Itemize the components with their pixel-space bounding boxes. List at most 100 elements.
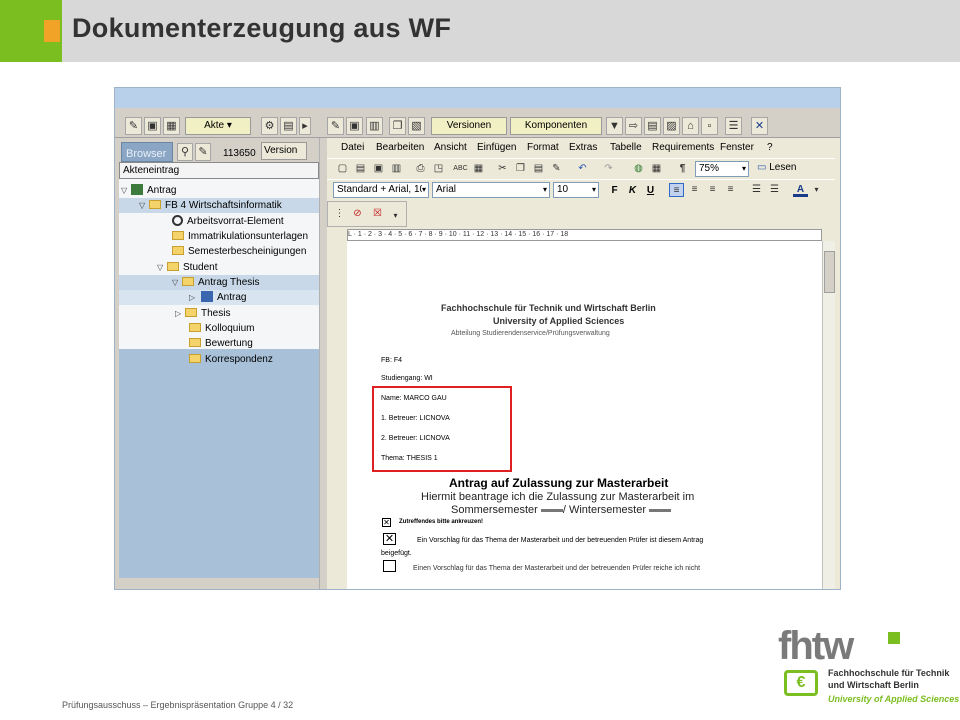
paragraph-marks-icon[interactable]: ¶ [675, 162, 690, 176]
paste-icon[interactable]: ▤ [531, 162, 546, 176]
menu-datei[interactable]: Datei [341, 142, 364, 153]
menu-format[interactable]: Format [527, 142, 559, 153]
insert-table-icon[interactable]: ▦ [649, 162, 664, 176]
font-color-icon[interactable]: A [793, 183, 808, 197]
menu-bearbeiten[interactable]: Bearbeiten [376, 142, 424, 153]
read-mode-button[interactable]: ▭ Lesen [757, 162, 796, 173]
preview-icon[interactable]: ◳ [431, 162, 446, 176]
expand-triangle-icon[interactable]: ▽ [121, 183, 131, 198]
tree-node-fb4[interactable]: ▽ FB 4 Wirtschaftsinformatik [119, 198, 319, 213]
pen-icon[interactable]: ✎ [195, 143, 211, 161]
lock-icon[interactable]: ⌂ [682, 117, 699, 135]
save-icon-2[interactable]: ▣ [346, 117, 363, 135]
toolbar-options-icon[interactable]: ▾ [388, 209, 403, 223]
pages-icon[interactable]: ▧ [408, 117, 425, 135]
document-vertical-scrollbar[interactable] [822, 241, 835, 589]
open-icon[interactable]: ▤ [353, 162, 368, 176]
versionen-button[interactable]: Versionen [431, 117, 507, 135]
italic-button[interactable]: K [625, 183, 640, 198]
expand-triangle-icon[interactable]: ▽ [139, 198, 149, 213]
copy-icon[interactable]: ❐ [513, 162, 528, 176]
menu-fenster[interactable]: Fenster [720, 142, 754, 153]
wrench-icon[interactable]: ⚲ [177, 143, 193, 161]
horizontal-ruler[interactable]: L · 1 · 2 · 3 · 4 · 5 · 6 · 7 · 8 · 9 · … [347, 229, 822, 241]
research-icon[interactable]: ▦ [471, 162, 486, 176]
hyperlink-icon[interactable]: ◍ [631, 162, 646, 176]
cut-icon[interactable]: ✂ [495, 162, 510, 176]
scroll-thumb[interactable] [824, 251, 835, 293]
undo-icon[interactable]: ↶ [575, 162, 590, 176]
doc-icon[interactable]: ▤ [644, 117, 661, 135]
redo-icon[interactable]: ↷ [601, 162, 616, 176]
menu-einfuegen[interactable]: Einfügen [477, 142, 516, 153]
tree-node-bewertung[interactable]: Bewertung [189, 336, 253, 351]
browser-tab[interactable]: Browser [121, 142, 173, 162]
settings-icon[interactable]: ▤ [280, 117, 297, 135]
tree-node-semester[interactable]: Semesterbescheinigungen [172, 244, 306, 259]
export-icon[interactable]: ⇨ [625, 117, 642, 135]
new-document-icon[interactable]: ▢ [335, 162, 350, 176]
scroll-icon[interactable]: ☰ [725, 117, 742, 135]
pencil-icon[interactable]: ✎ [125, 117, 142, 135]
zoom-select[interactable]: 75% ▾ [695, 161, 749, 177]
tree-node-antrag-thesis[interactable]: ▽ Antrag Thesis [119, 275, 319, 290]
numbering-icon[interactable]: ☰ [749, 183, 764, 197]
akte-button[interactable]: Akte ▾ [185, 117, 251, 135]
save-icon[interactable]: ▣ [371, 162, 386, 176]
font-size-select[interactable]: 10 ▾ [553, 182, 599, 198]
track-changes-icon[interactable]: ⊘ [350, 207, 365, 221]
permission-icon[interactable]: ▥ [389, 162, 404, 176]
collapse-triangle-icon[interactable]: ▷ [189, 290, 199, 305]
reject-change-icon[interactable]: ☒ [370, 207, 385, 221]
image-icon[interactable]: ▨ [663, 117, 680, 135]
gear-icon[interactable]: ⚙ [261, 117, 278, 135]
close-icon[interactable]: ✕ [751, 117, 768, 135]
spellcheck-icon[interactable]: ABC [453, 162, 468, 176]
arrow-right-icon[interactable]: ▸ [299, 117, 311, 135]
bold-button[interactable]: F [607, 183, 622, 198]
panel-splitter[interactable] [319, 138, 327, 589]
option-1-checkbox[interactable]: ✕ [383, 533, 396, 545]
edit-icon[interactable]: ✎ [327, 117, 344, 135]
menu-help[interactable]: ? [767, 142, 773, 153]
copy-icon[interactable]: ❐ [389, 117, 406, 135]
option-2-checkbox[interactable] [383, 560, 396, 572]
document-page[interactable]: Fachhochschule für Technik und Wirtschaf… [347, 241, 822, 589]
align-left-icon[interactable]: ≡ [669, 183, 684, 197]
version-field[interactable]: Version [261, 142, 307, 160]
drag-handle-icon[interactable]: ⋮ [332, 207, 347, 221]
menu-requirements[interactable]: Requirements [652, 142, 714, 153]
menu-ansicht[interactable]: Ansicht [434, 142, 467, 153]
table-icon[interactable]: ▦ [163, 117, 180, 135]
attach-icon[interactable]: ▫ [701, 117, 718, 135]
expand-triangle-icon[interactable]: ▽ [172, 275, 182, 290]
tree-node-student[interactable]: ▽ Student [157, 260, 217, 275]
bullets-icon[interactable]: ☰ [767, 183, 782, 197]
menu-extras[interactable]: Extras [569, 142, 597, 153]
tree-node-korrespondenz[interactable]: Korrespondenz [189, 352, 273, 367]
menu-tabelle[interactable]: Tabelle [610, 142, 642, 153]
sheet-icon[interactable]: ▥ [366, 117, 383, 135]
collapse-triangle-icon[interactable]: ▷ [175, 306, 185, 321]
tree-horizontal-scrollbar[interactable] [119, 578, 319, 589]
justify-icon[interactable]: ≡ [723, 183, 738, 197]
style-select[interactable]: Standard + Arial, 10 ▾ [333, 182, 429, 198]
tree-node-thesis[interactable]: ▷ Thesis [175, 306, 230, 321]
filter-icon[interactable]: ▼ [606, 117, 623, 135]
font-color-dropdown-icon[interactable]: ▾ [809, 183, 824, 197]
komponenten-button[interactable]: Komponenten [510, 117, 602, 135]
font-select[interactable]: Arial ▾ [432, 182, 550, 198]
tree-node-kolloquium[interactable]: Kolloquium [189, 321, 254, 336]
align-center-icon[interactable]: ≡ [687, 183, 702, 197]
tree-node-antrag-root[interactable]: ▽ Antrag [121, 183, 176, 198]
expand-triangle-icon[interactable]: ▽ [157, 260, 167, 275]
print-icon[interactable]: ⎙ [413, 162, 428, 176]
tree-node-antrag-doc[interactable]: ▷ Antrag [119, 290, 319, 305]
tree-node-immatrikulation[interactable]: Immatrikulationsunterlagen [172, 229, 308, 244]
hint-checkbox[interactable]: ✕ [382, 518, 391, 527]
underline-button[interactable]: U [643, 183, 658, 198]
save-icon[interactable]: ▣ [144, 117, 161, 135]
tree-node-arbeitsvorrat[interactable]: Arbeitsvorrat-Element [172, 214, 284, 229]
align-right-icon[interactable]: ≡ [705, 183, 720, 197]
format-painter-icon[interactable]: ✎ [549, 162, 564, 176]
